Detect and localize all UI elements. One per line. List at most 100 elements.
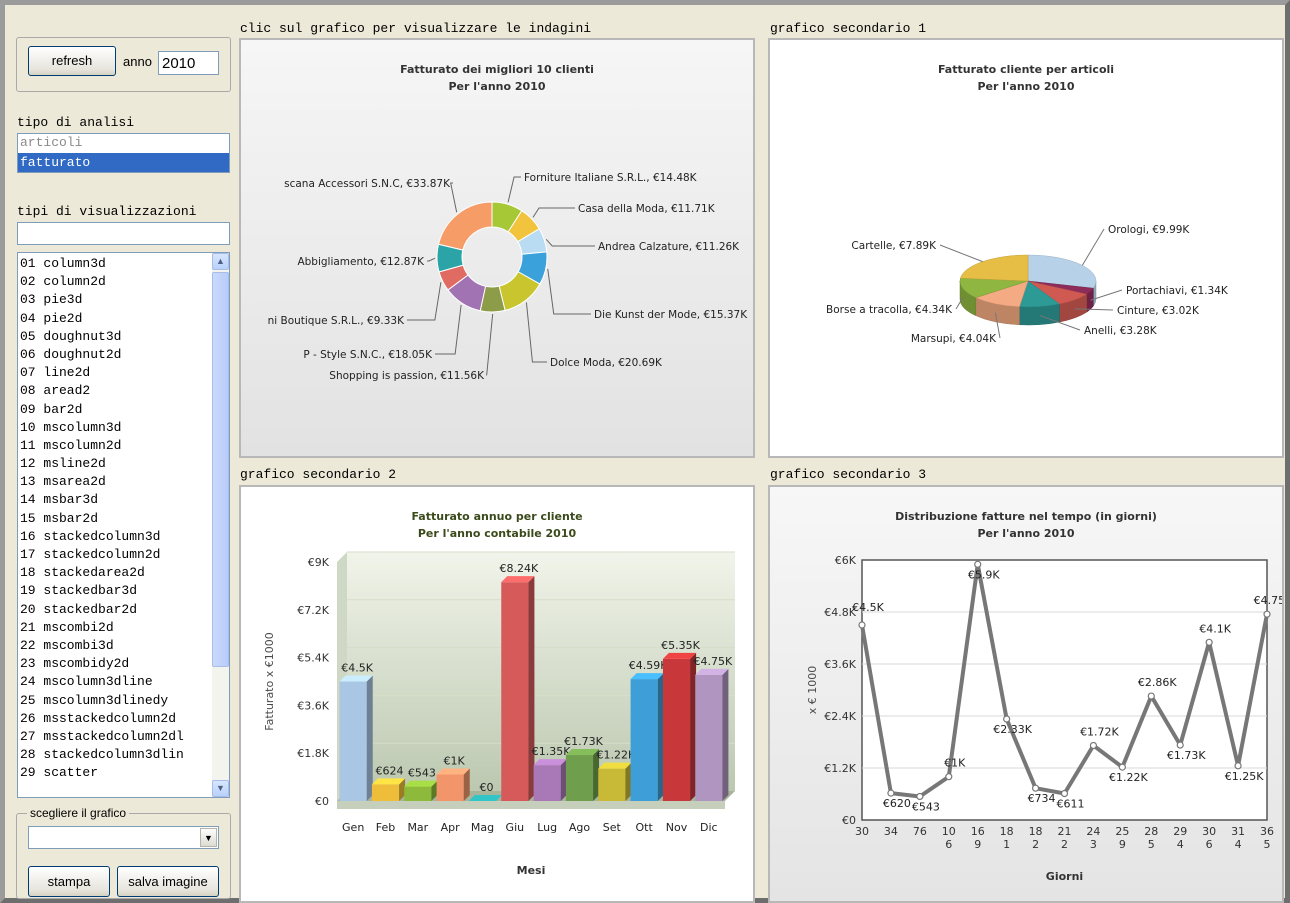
chart-type-item[interactable]: 23 mscombidy2d: [20, 655, 210, 673]
bar-value-label: €8.24K: [499, 562, 538, 575]
leader-line: [507, 176, 521, 203]
bar-value-label: €5.35K: [661, 639, 700, 652]
pie-chart[interactable]: Fatturato cliente per articoli Per l'anno…: [770, 40, 1282, 456]
analysis-option-fatturato[interactable]: fatturato: [18, 153, 229, 172]
chart-type-item[interactable]: 03 pie3d: [20, 291, 210, 309]
chart-type-item[interactable]: 06 doughnut2d: [20, 346, 210, 364]
chart-type-item[interactable]: 16 stackedcolumn3d: [20, 528, 210, 546]
point-value-label: €4.1K: [1199, 622, 1231, 635]
chart-subtitle: Per l'anno 2010: [448, 80, 545, 93]
bar: [371, 784, 400, 801]
slice-label: Forniture Italiane S.R.L., €14.48K: [524, 172, 698, 184]
x-tick-label: 18: [1000, 825, 1014, 838]
doughnut-chart[interactable]: Fatturato dei migliori 10 clienti Per l'a…: [241, 40, 753, 456]
analysis-listbox[interactable]: articoli fatturato: [17, 133, 230, 173]
list-scrollbar[interactable]: ▲ ▼: [212, 253, 229, 797]
bar: [662, 658, 691, 801]
view-filter-input[interactable]: [17, 222, 230, 245]
x-tick-label: 34: [884, 825, 898, 838]
chart-type-item[interactable]: 20 stackedbar2d: [20, 601, 210, 619]
chart-type-item[interactable]: 24 mscolumn3dline: [20, 673, 210, 691]
data-point: [945, 773, 953, 781]
data-point: [1176, 741, 1184, 749]
x-tick-label: 28: [1144, 825, 1158, 838]
slice-label: Orologi, €9.99K: [1108, 224, 1190, 236]
chart-type-item[interactable]: 09 bar2d: [20, 401, 210, 419]
x-tick-label: Ott: [636, 821, 654, 834]
chart-type-item[interactable]: 25 mscolumn3dlinedy: [20, 692, 210, 710]
slice-label: Portachiavi, €1.34K: [1126, 285, 1229, 297]
x-tick-label-wrap: 1: [1003, 838, 1010, 851]
chart-type-item[interactable]: 10 mscolumn3d: [20, 419, 210, 437]
print-button[interactable]: stampa: [28, 866, 110, 897]
refresh-button[interactable]: refresh: [28, 46, 116, 76]
x-tick-label-wrap: 2: [1061, 838, 1068, 851]
y-tick-label: €3.6K: [297, 699, 329, 712]
bar: [598, 768, 626, 801]
data-point: [887, 789, 895, 797]
chart-type-item[interactable]: 26 msstackedcolumn2d: [20, 710, 210, 728]
sec1-chart-panel[interactable]: Fatturato cliente per articoli Per l'anno…: [768, 38, 1284, 458]
chart-type-item[interactable]: 21 mscombi2d: [20, 619, 210, 637]
bar-value-label: €543: [408, 767, 436, 780]
chart-type-item[interactable]: 13 msarea2d: [20, 473, 210, 491]
slice-label: Andrea Calzature, €11.26K: [598, 241, 740, 253]
x-tick-label: Mag: [471, 821, 494, 834]
chart-type-item[interactable]: 27 msstackedcolumn2dl: [20, 728, 210, 746]
chart-type-item[interactable]: 18 stackedarea2d: [20, 564, 210, 582]
chart-type-item[interactable]: 05 doughnut3d: [20, 328, 210, 346]
scroll-thumb[interactable]: [212, 272, 229, 667]
data-point: [1234, 762, 1242, 770]
x-tick-label: Giu: [506, 821, 525, 834]
analysis-option-articoli[interactable]: articoli: [18, 134, 229, 152]
bar: [404, 786, 432, 801]
point-value-label: €1.72K: [1080, 725, 1119, 738]
chart-type-item[interactable]: 19 stackedbar3d: [20, 582, 210, 600]
x-axis-label: Mesi: [517, 864, 546, 877]
scroll-down-button[interactable]: ▼: [212, 780, 229, 797]
bar-chart[interactable]: Fatturato annuo per cliente Per l'anno co…: [241, 487, 753, 901]
x-axis-label: Giorni: [1046, 870, 1083, 883]
save-image-button[interactable]: salva imagine: [117, 866, 219, 897]
sec2-chart-panel[interactable]: Fatturato annuo per cliente Per l'anno co…: [239, 485, 755, 903]
chart-type-item[interactable]: 07 line2d: [20, 364, 210, 382]
main-chart-panel[interactable]: Fatturato dei migliori 10 clienti Per l'a…: [239, 38, 755, 458]
choose-chart-label: scegliere il grafico: [27, 806, 130, 820]
sec3-chart-panel[interactable]: Distribuzione fatture nel tempo (in gior…: [768, 485, 1284, 903]
chart-type-item[interactable]: 29 scatter: [20, 764, 210, 782]
bar-value-label: €4.5K: [341, 662, 373, 675]
scroll-up-button[interactable]: ▲: [212, 253, 229, 270]
slice-label: Dolce Moda, €20.69K: [550, 357, 663, 369]
slice-label: Abbigliamento, €12.87K: [297, 256, 425, 268]
chart-type-item[interactable]: 22 mscombi3d: [20, 637, 210, 655]
chart-type-item[interactable]: 14 msbar3d: [20, 491, 210, 509]
chart-type-item[interactable]: 01 column3d: [20, 255, 210, 273]
leader-line: [450, 182, 458, 213]
chart-type-item[interactable]: 08 aread2: [20, 382, 210, 400]
slice-label: Cartelle, €7.89K: [851, 240, 937, 252]
chart-type-item[interactable]: 12 msline2d: [20, 455, 210, 473]
chart-type-list[interactable]: 01 column3d 02 column2d 03 pie3d 04 pie2d 05…: [17, 252, 230, 798]
chart-type-item[interactable]: 11 mscolumn2d: [20, 437, 210, 455]
data-point: [1089, 741, 1098, 750]
chart-type-item[interactable]: 15 msbar2d: [20, 510, 210, 528]
data-point: [974, 560, 982, 568]
x-tick-label: 29: [1173, 825, 1187, 838]
data-point: [1118, 763, 1126, 771]
chart-type-item[interactable]: 02 column2d: [20, 273, 210, 291]
choose-chart-select[interactable]: ▼: [28, 826, 219, 849]
dropdown-arrow-icon[interactable]: ▼: [200, 828, 217, 847]
bar-value-label: €4.59K: [629, 659, 668, 672]
x-tick-label: 36: [1260, 825, 1274, 838]
chart-type-item[interactable]: 04 pie2d: [20, 310, 210, 328]
point-value-label: €2.33K: [993, 723, 1032, 736]
data-point: [1147, 692, 1155, 700]
x-tick-label: Lug: [537, 821, 557, 834]
slice-label: Die Kunst der Mode, €15.37K: [594, 309, 748, 321]
chart-type-item[interactable]: 17 stackedcolumn2d: [20, 546, 210, 564]
year-input[interactable]: [158, 51, 219, 75]
slice-label: P - Style S.N.C., €18.05K: [303, 349, 433, 361]
chart-type-item[interactable]: 28 stackedcolumn3dlin: [20, 746, 210, 764]
point-value-label: €4.5K: [852, 601, 884, 614]
line-chart[interactable]: Distribuzione fatture nel tempo (in gior…: [770, 487, 1282, 901]
